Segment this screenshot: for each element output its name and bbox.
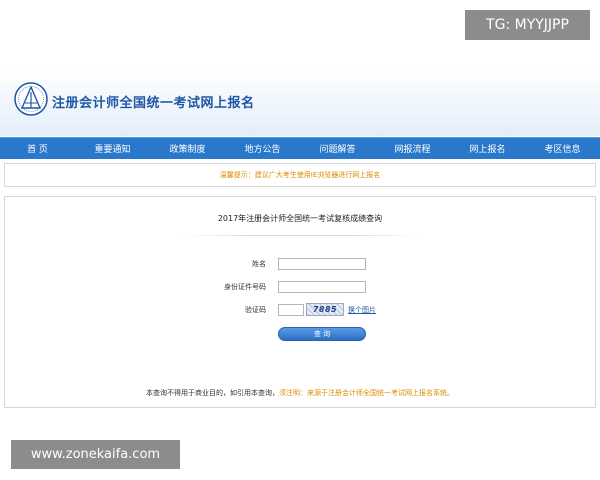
captcha-input[interactable] bbox=[278, 304, 304, 316]
nav-item-home[interactable]: 首 页 bbox=[0, 142, 75, 155]
captcha-refresh-link[interactable]: 换个图片 bbox=[348, 305, 376, 315]
name-input[interactable] bbox=[278, 258, 366, 270]
footer-source-text: 须注明：来源于注册会计师全国统一考试网上报名系统。 bbox=[279, 389, 454, 397]
nav-item-notices[interactable]: 重要通知 bbox=[75, 142, 150, 155]
cicpa-logo-icon bbox=[14, 82, 48, 116]
nav-item-faq[interactable]: 问题解答 bbox=[300, 142, 375, 155]
nav-item-process[interactable]: 网报流程 bbox=[375, 142, 450, 155]
query-button[interactable]: 查 询 bbox=[278, 327, 366, 341]
footer-main-text: 本查询不得用于商业目的，如引用本查询， bbox=[146, 389, 279, 397]
nav-item-policies[interactable]: 政策制度 bbox=[150, 142, 225, 155]
notice-text: 温馨提示：建议广大考生使用IE浏览器进行网上报名 bbox=[219, 171, 381, 179]
panel-divider bbox=[183, 235, 419, 236]
notice-bar: 温馨提示：建议广大考生使用IE浏览器进行网上报名 bbox=[4, 163, 596, 187]
name-label: 姓名 bbox=[252, 260, 266, 268]
captcha-image[interactable]: 7885 bbox=[306, 303, 344, 316]
watermark-badge: www.zonekaifa.com bbox=[11, 440, 180, 469]
tg-badge: TG: MYYJJPP bbox=[465, 10, 590, 40]
query-panel: 2017年注册会计师全国统一考试复核成绩查询 bbox=[4, 196, 596, 408]
footer-note: 本查询不得用于商业目的，如引用本查询，须注明：来源于注册会计师全国统一考试网上报… bbox=[0, 388, 600, 398]
id-number-input[interactable] bbox=[278, 281, 366, 293]
captcha-label: 验证码 bbox=[245, 306, 266, 314]
nav-item-online-registration[interactable]: 网上报名 bbox=[450, 142, 525, 155]
nav-item-exam-areas[interactable]: 考区信息 bbox=[525, 142, 600, 155]
main-navbar: 首 页 重要通知 政策制度 地方公告 问题解答 网报流程 网上报名 考区信息 bbox=[0, 137, 600, 159]
id-number-label: 身份证件号码 bbox=[224, 283, 266, 291]
site-title: 注册会计师全国统一考试网上报名 bbox=[52, 96, 255, 111]
panel-title: 2017年注册会计师全国统一考试复核成绩查询 bbox=[217, 214, 383, 223]
nav-item-local-announcements[interactable]: 地方公告 bbox=[225, 142, 300, 155]
